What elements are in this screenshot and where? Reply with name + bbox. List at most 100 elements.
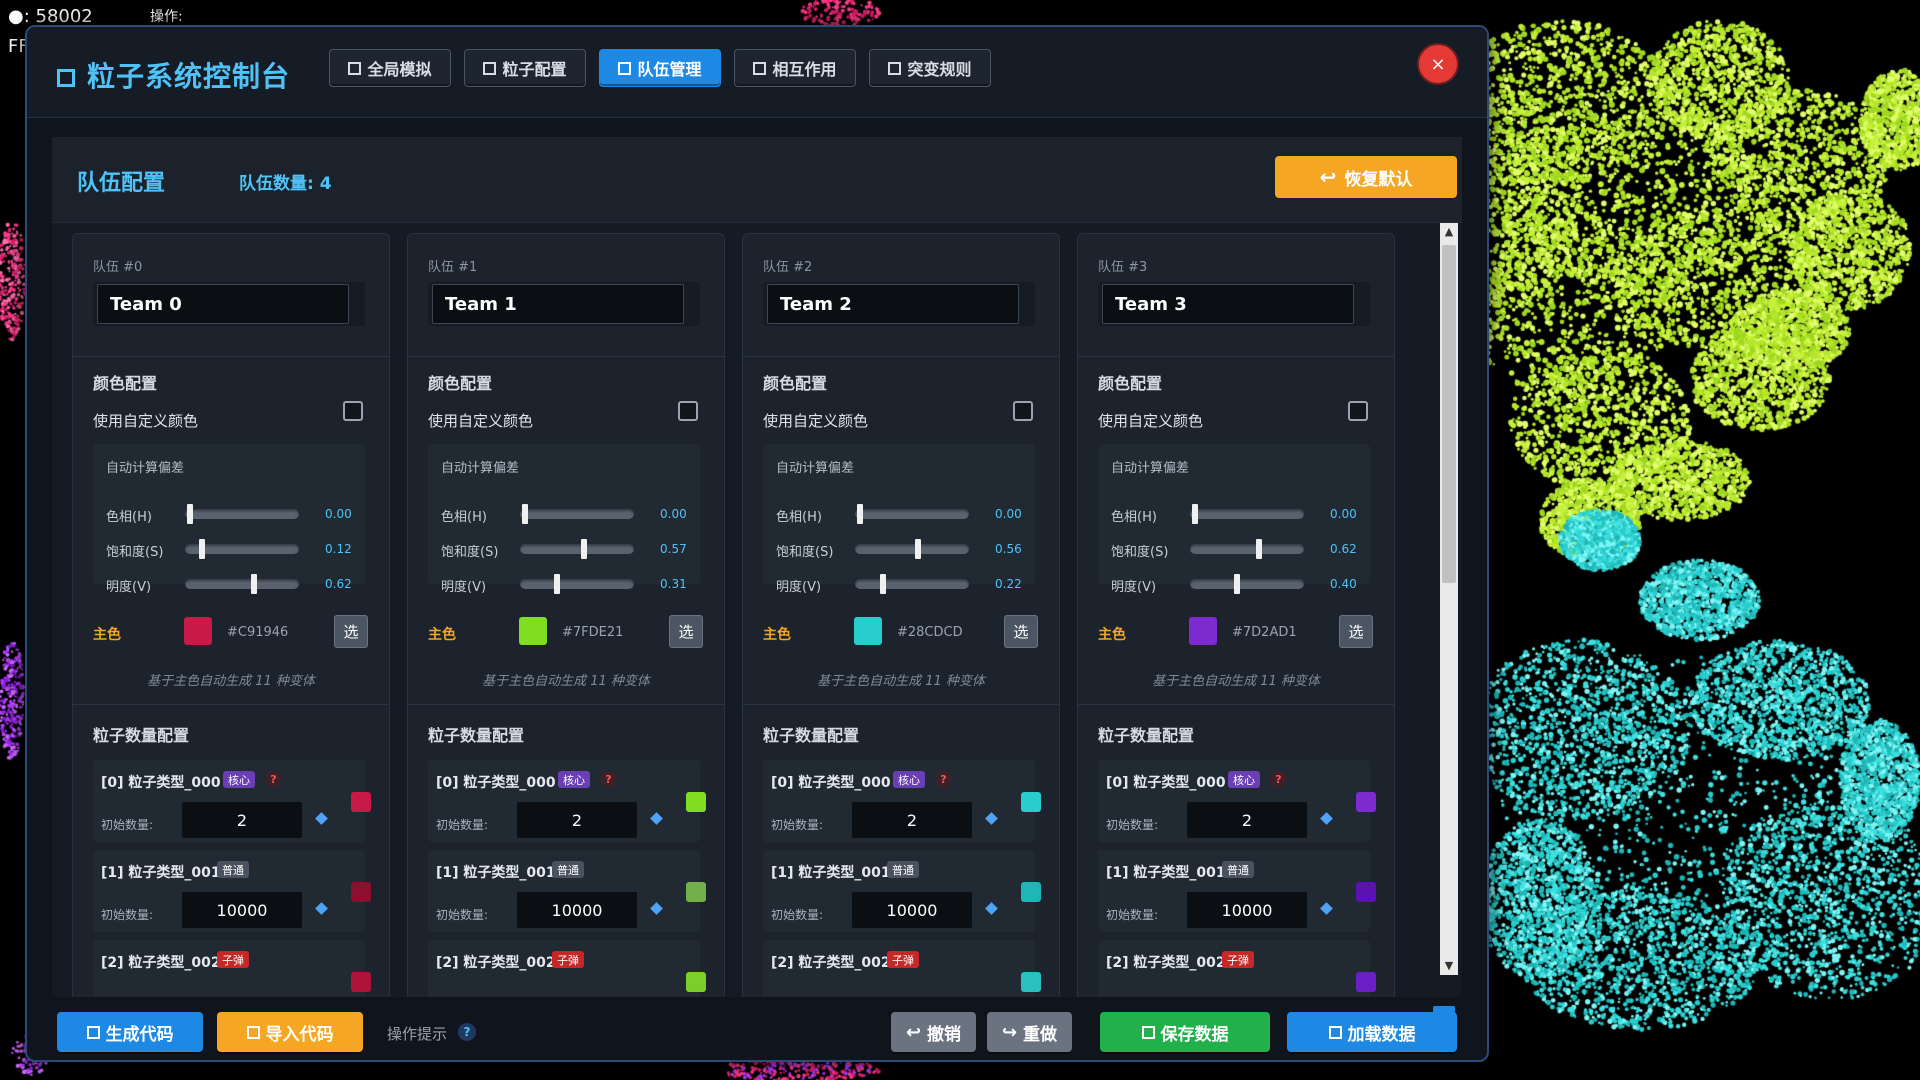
- brightness-slider[interactable]: [185, 574, 299, 594]
- hue-slider-thumb[interactable]: [1192, 504, 1198, 524]
- saturation-slider-thumb[interactable]: [199, 539, 206, 559]
- particle-color-swatch[interactable]: [351, 882, 371, 902]
- hue-slider[interactable]: [855, 504, 969, 524]
- help-icon[interactable]: ?: [1270, 771, 1287, 788]
- vertical-scrollbar[interactable]: ▲ ▼: [1440, 223, 1458, 975]
- diamond-icon[interactable]: [1320, 902, 1333, 915]
- particle-color-swatch[interactable]: [1021, 882, 1041, 902]
- brightness-slider[interactable]: [1190, 574, 1304, 594]
- particle-color-swatch[interactable]: [351, 972, 371, 992]
- particle-color-swatch[interactable]: [686, 882, 706, 902]
- diamond-icon[interactable]: [985, 902, 998, 915]
- scrollbar-thumb[interactable]: [1442, 245, 1456, 583]
- init-count-label: 初始数量:: [436, 908, 489, 922]
- saturation-slider[interactable]: [1190, 539, 1304, 559]
- diamond-icon[interactable]: [650, 902, 663, 915]
- main-color-swatch[interactable]: [184, 617, 212, 645]
- init-count-input[interactable]: 10000: [517, 892, 637, 928]
- hue-value: 0.00: [325, 507, 352, 521]
- diamond-icon[interactable]: [650, 812, 663, 825]
- brightness-slider-thumb[interactable]: [554, 574, 561, 594]
- brightness-label: 明度(V): [441, 580, 487, 595]
- main-color-swatch[interactable]: [854, 617, 882, 645]
- init-count-input[interactable]: 2: [1187, 802, 1307, 838]
- hue-slider-thumb[interactable]: [857, 504, 863, 524]
- particle-color-swatch[interactable]: [1356, 972, 1376, 992]
- help-icon[interactable]: ?: [935, 771, 952, 788]
- saturation-slider-thumb[interactable]: [915, 539, 922, 559]
- init-count-label: 初始数量:: [1106, 818, 1159, 832]
- scroll-up-icon[interactable]: ▲: [1440, 223, 1458, 241]
- tab-mutation-rules[interactable]: 突变规则: [869, 49, 991, 87]
- brightness-slider-thumb[interactable]: [1233, 574, 1240, 594]
- particle-color-swatch[interactable]: [351, 792, 371, 812]
- restore-default-button[interactable]: ↩ 恢复默认: [1275, 156, 1457, 198]
- init-count-input[interactable]: 2: [517, 802, 637, 838]
- particle-color-swatch[interactable]: [1021, 972, 1041, 992]
- generate-code-button[interactable]: 生成代码: [57, 1012, 203, 1052]
- custom-color-checkbox[interactable]: [1348, 401, 1368, 421]
- hue-slider-thumb[interactable]: [522, 504, 528, 524]
- main-color-swatch[interactable]: [1189, 617, 1217, 645]
- particle-color-swatch[interactable]: [1356, 792, 1376, 812]
- init-count-input[interactable]: 10000: [1187, 892, 1307, 928]
- tab-interactions[interactable]: 相互作用: [734, 49, 856, 87]
- hue-slider[interactable]: [185, 504, 299, 524]
- init-count-input[interactable]: 2: [852, 802, 972, 838]
- redo-button[interactable]: ↪ 重做: [987, 1012, 1072, 1052]
- tab-particle-config[interactable]: 粒子配置: [464, 49, 586, 87]
- pick-color-button[interactable]: 选: [334, 615, 368, 648]
- pick-color-button[interactable]: 选: [1339, 615, 1373, 648]
- particle-color-swatch[interactable]: [1356, 882, 1376, 902]
- particle-type-badge: 核心: [1228, 771, 1260, 788]
- saturation-slider-thumb[interactable]: [1256, 539, 1263, 559]
- help-icon[interactable]: ?: [458, 1023, 476, 1041]
- load-data-button[interactable]: 加载数据: [1287, 1012, 1457, 1052]
- brightness-slider-thumb[interactable]: [879, 574, 886, 594]
- brightness-slider-thumb[interactable]: [251, 574, 258, 594]
- init-count-input[interactable]: 10000: [852, 892, 972, 928]
- hue-slider[interactable]: [1190, 504, 1304, 524]
- saturation-slider[interactable]: [520, 539, 634, 559]
- diamond-icon[interactable]: [315, 902, 328, 915]
- custom-color-checkbox[interactable]: [1013, 401, 1033, 421]
- help-icon[interactable]: ?: [600, 771, 617, 788]
- color-config-title: 颜色配置: [428, 374, 493, 393]
- team-cards-scroll[interactable]: 队伍 #0 Team 0 颜色配置 使用自定义颜色 自动计算偏差 色相(H) 0.00…: [52, 223, 1462, 997]
- team-name-input[interactable]: Team 1: [432, 284, 684, 324]
- hue-value: 0.00: [660, 507, 687, 521]
- brightness-slider[interactable]: [855, 574, 969, 594]
- custom-color-checkbox[interactable]: [343, 401, 363, 421]
- saturation-slider[interactable]: [855, 539, 969, 559]
- team-name-input[interactable]: Team 3: [1102, 284, 1354, 324]
- tab-global-sim[interactable]: 全局模拟: [329, 49, 451, 87]
- diamond-icon[interactable]: [315, 812, 328, 825]
- diamond-icon[interactable]: [1320, 812, 1333, 825]
- scroll-down-icon[interactable]: ▼: [1440, 957, 1458, 975]
- particle-color-swatch[interactable]: [686, 972, 706, 992]
- save-data-button[interactable]: 保存数据: [1100, 1012, 1270, 1052]
- custom-color-checkbox[interactable]: [678, 401, 698, 421]
- hue-slider-thumb[interactable]: [187, 504, 193, 524]
- init-count-input[interactable]: 10000: [182, 892, 302, 928]
- init-count-input[interactable]: 2: [182, 802, 302, 838]
- import-code-button[interactable]: 导入代码: [217, 1012, 363, 1052]
- team-name-input[interactable]: Team 2: [767, 284, 1019, 324]
- saturation-slider[interactable]: [185, 539, 299, 559]
- particle-color-swatch[interactable]: [1021, 792, 1041, 812]
- resize-handle-icon[interactable]: [1433, 1006, 1455, 1028]
- pick-color-button[interactable]: 选: [669, 615, 703, 648]
- team-name-input[interactable]: Team 0: [97, 284, 349, 324]
- help-icon[interactable]: ?: [265, 771, 282, 788]
- particle-color-swatch[interactable]: [686, 792, 706, 812]
- tab-team-management[interactable]: 队伍管理: [599, 49, 721, 87]
- main-color-swatch[interactable]: [519, 617, 547, 645]
- brightness-slider[interactable]: [520, 574, 634, 594]
- hue-slider[interactable]: [520, 504, 634, 524]
- saturation-slider-thumb[interactable]: [581, 539, 588, 559]
- diamond-icon[interactable]: [985, 812, 998, 825]
- close-button[interactable]: ×: [1417, 43, 1459, 85]
- tab-square-icon: [348, 61, 362, 75]
- undo-button[interactable]: ↩ 撤销: [891, 1012, 976, 1052]
- pick-color-button[interactable]: 选: [1004, 615, 1038, 648]
